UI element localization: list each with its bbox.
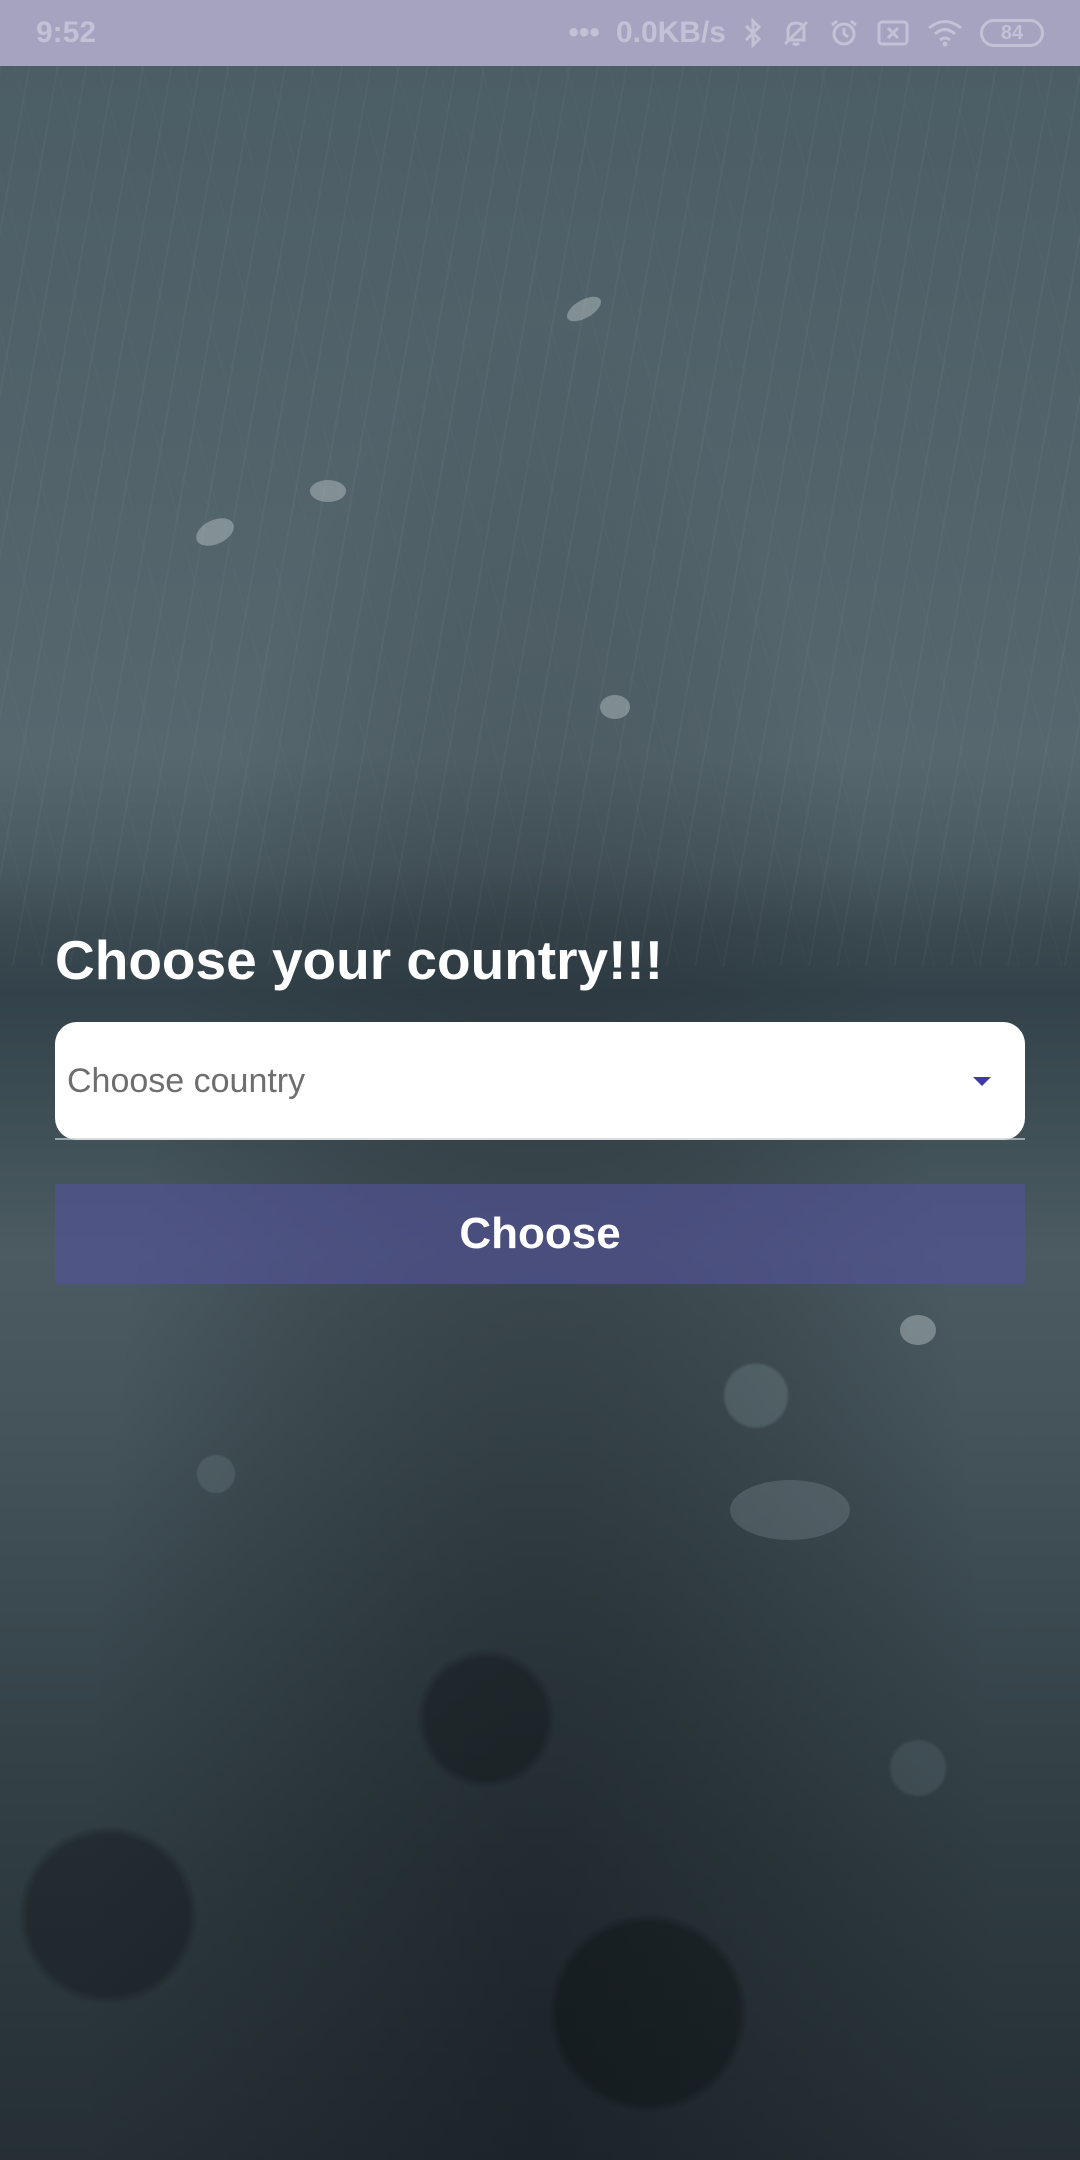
sim-off-icon: [876, 18, 910, 48]
dropdown-arrow-icon: [973, 1076, 991, 1086]
country-select[interactable]: Choose country: [55, 1022, 1025, 1140]
raindrop: [900, 1315, 936, 1345]
raindrop: [310, 480, 346, 502]
page-title: Choose your country!!!: [55, 929, 664, 991]
raindrop: [730, 1480, 850, 1540]
status-time: 9:52: [36, 16, 97, 49]
battery-icon: 84: [980, 19, 1044, 47]
choose-button[interactable]: Choose: [55, 1184, 1025, 1284]
select-underline: [55, 1138, 1025, 1140]
wifi-icon: [926, 18, 964, 48]
country-select-placeholder: Choose country: [67, 1061, 306, 1100]
rain-background: [0, 66, 1080, 966]
bluetooth-icon: [742, 17, 764, 49]
status-bar: 9:52 ••• 0.0KB/s 84: [0, 0, 1080, 66]
network-speed: 0.0KB/s: [615, 16, 726, 49]
alarm-icon: [828, 17, 860, 49]
screen: 9:52 ••• 0.0KB/s 84 Choose your country!…: [0, 0, 1080, 2160]
battery-level: 84: [1000, 21, 1024, 44]
bell-muted-icon: [780, 17, 812, 49]
raindrop: [600, 695, 630, 719]
status-icons: ••• 0.0KB/s 84: [568, 16, 1044, 50]
more-dots-icon: •••: [568, 16, 600, 49]
